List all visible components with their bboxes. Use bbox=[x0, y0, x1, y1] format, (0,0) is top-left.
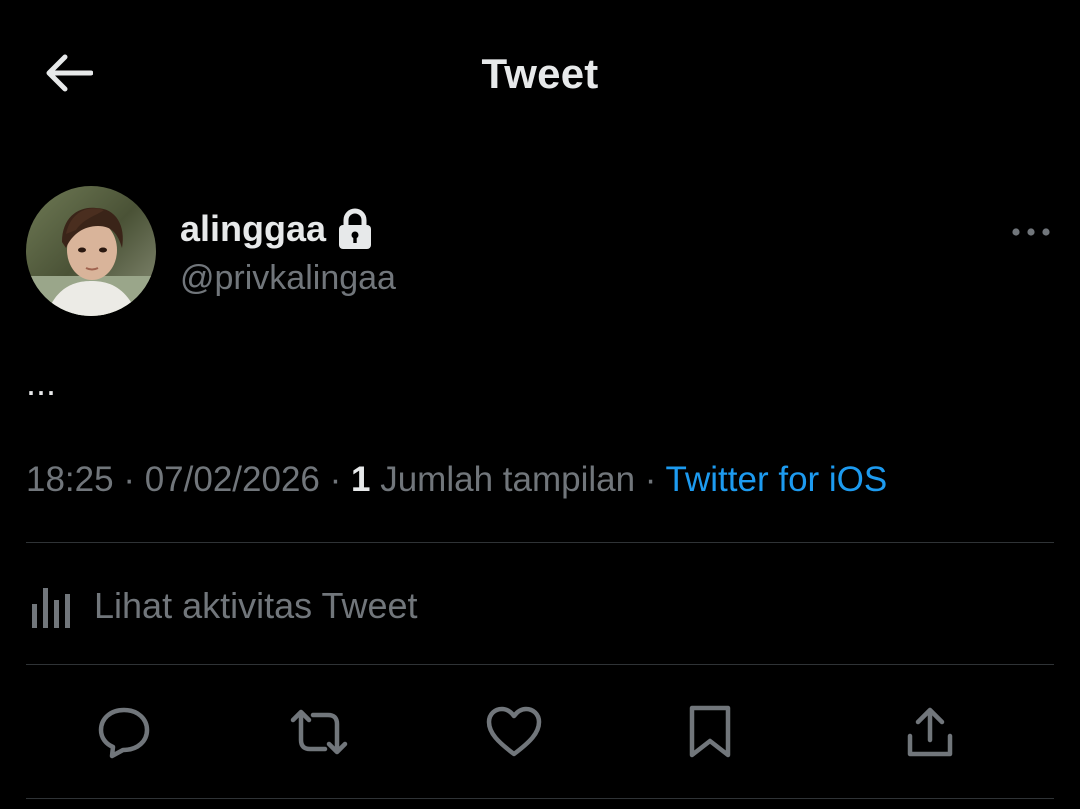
tweet-activity-link[interactable]: Lihat aktivitas Tweet bbox=[26, 580, 418, 632]
tweet-text: ... bbox=[26, 362, 57, 403]
tweet-metadata: 18:25 · 07/02/2026 · 1 Jumlah tampilan ·… bbox=[26, 460, 887, 500]
divider bbox=[26, 542, 1054, 543]
separator: · bbox=[329, 460, 342, 499]
view-count: 1 bbox=[351, 460, 371, 499]
avatar[interactable] bbox=[26, 186, 156, 316]
user-handle[interactable]: @privkalingaa bbox=[180, 259, 396, 298]
view-count-label: Jumlah tampilan bbox=[380, 460, 636, 499]
share-icon bbox=[907, 707, 953, 757]
tweet-author: alinggaa @privkalingaa bbox=[26, 186, 1056, 321]
reply-icon bbox=[98, 707, 150, 759]
separator: · bbox=[123, 460, 135, 499]
display-name[interactable]: alinggaa bbox=[180, 208, 326, 250]
bookmark-button[interactable] bbox=[678, 700, 742, 764]
reply-button[interactable] bbox=[92, 700, 156, 764]
top-bar: Tweet bbox=[0, 0, 1080, 145]
tweet-date[interactable]: 07/02/2026 bbox=[145, 460, 320, 499]
tweet-time[interactable]: 18:25 bbox=[26, 460, 114, 499]
more-horizontal-icon bbox=[1012, 228, 1050, 236]
activity-label: Lihat aktivitas Tweet bbox=[94, 585, 418, 626]
divider bbox=[26, 798, 1054, 799]
analytics-icon bbox=[32, 588, 70, 628]
bookmark-icon bbox=[689, 705, 731, 758]
tweet-actions-bar bbox=[0, 700, 1080, 768]
heart-icon bbox=[486, 706, 542, 757]
avatar-image bbox=[26, 186, 156, 316]
more-options-button[interactable] bbox=[1006, 214, 1056, 250]
display-name-row: alinggaa bbox=[180, 208, 374, 250]
separator: · bbox=[644, 460, 657, 499]
like-button[interactable] bbox=[482, 700, 546, 764]
tweet-source-link[interactable]: Twitter for iOS bbox=[666, 460, 888, 499]
lock-icon bbox=[336, 208, 374, 250]
page-title: Tweet bbox=[481, 50, 599, 97]
retweet-icon bbox=[290, 709, 348, 755]
share-button[interactable] bbox=[898, 700, 962, 764]
divider bbox=[26, 664, 1054, 665]
retweet-button[interactable] bbox=[287, 700, 351, 764]
